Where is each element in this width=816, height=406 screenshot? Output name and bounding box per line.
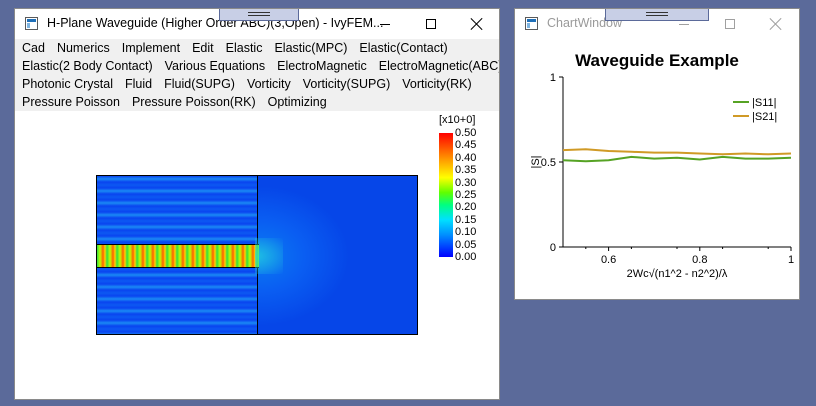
colorbar-tick-label: 0.00 xyxy=(455,251,477,263)
maximize-icon xyxy=(725,19,735,29)
close-icon xyxy=(770,18,782,30)
y-tick-label: 0 xyxy=(550,242,556,254)
menu-item-elastic-contact[interactable]: Elastic(Contact) xyxy=(353,41,453,55)
menu-item-numerics[interactable]: Numerics xyxy=(51,41,116,55)
chart-window: ChartWindow Waveguide Example 0 0.5 1 0.6 0.… xyxy=(514,8,800,300)
y-tick-label: 0.5 xyxy=(541,157,556,169)
menu-item-elastic[interactable]: Elastic xyxy=(220,41,269,55)
window-title: H-Plane Waveguide (Higher Order ABC)(3,O… xyxy=(47,16,384,30)
menu-bar: Cad Numerics Implement Edit Elastic Elastic(M… xyxy=(15,39,499,111)
menu-item-edit[interactable]: Edit xyxy=(186,41,220,55)
x-tick-label: 0.8 xyxy=(692,254,707,266)
menu-item-cad[interactable]: Cad xyxy=(16,41,51,55)
menu-item-elastic-mpc[interactable]: Elastic(MPC) xyxy=(268,41,353,55)
drag-handle-icon[interactable] xyxy=(219,9,299,21)
x-axis-label: 2Wc√(n1^2 - n2^2)/λ xyxy=(627,268,728,280)
colorbar-tick-label: 0.50 xyxy=(455,127,477,139)
menu-row: Photonic Crystal Fluid Fluid(SUPG) Vorticit… xyxy=(15,75,499,93)
close-icon xyxy=(471,18,483,30)
chart-app-icon xyxy=(525,17,538,30)
colorbar-tick-label: 0.45 xyxy=(455,139,477,152)
menu-row: Elastic(2 Body Contact) Various Equations… xyxy=(15,57,499,75)
colorbar-tick-label: 0.10 xyxy=(455,226,477,239)
y-axis-label: |S| xyxy=(530,155,542,168)
legend-label: |S21| xyxy=(752,111,777,123)
series-line-s21 xyxy=(562,148,792,156)
colorbar-tick-label: 0.15 xyxy=(455,213,477,226)
y-tick-label: 1 xyxy=(550,72,556,84)
menu-item-photonic-crystal[interactable]: Photonic Crystal xyxy=(16,77,119,91)
minimize-button[interactable] xyxy=(362,9,408,39)
minimize-icon xyxy=(380,23,390,25)
legend-label: |S11| xyxy=(752,97,776,109)
field-contour-plot xyxy=(96,175,418,335)
menu-item-optimizing[interactable]: Optimizing xyxy=(262,95,333,109)
menu-item-various-equations[interactable]: Various Equations xyxy=(159,59,272,73)
menu-item-vorticity-rk[interactable]: Vorticity(RK) xyxy=(396,77,477,91)
menu-item-vorticity[interactable]: Vorticity xyxy=(241,77,297,91)
main-window: H-Plane Waveguide (Higher Order ABC)(3,O… xyxy=(14,8,500,400)
waveguide-core xyxy=(97,244,259,268)
x-tick-label: 0.6 xyxy=(601,254,616,266)
line-chart: 0 0.5 1 0.6 0.8 1 2Wc√(n1^2 - n2^2)/λ |S| |S11| |… xyxy=(530,72,794,280)
colorbar-tick-label: 0.30 xyxy=(455,176,477,189)
menu-item-fluid[interactable]: Fluid xyxy=(119,77,158,91)
colorbar-tick-label: 0.05 xyxy=(455,238,477,251)
menu-row: Cad Numerics Implement Edit Elastic Elastic(M… xyxy=(15,39,499,57)
menu-item-fluid-supg[interactable]: Fluid(SUPG) xyxy=(158,77,241,91)
waveguide-exit xyxy=(255,238,283,274)
chart-maximize-button[interactable] xyxy=(707,9,753,39)
menu-item-elastic-2-body-contact[interactable]: Elastic(2 Body Contact) xyxy=(16,59,159,73)
maximize-button[interactable] xyxy=(408,9,454,39)
colorbar xyxy=(439,133,453,257)
chart-close-button[interactable] xyxy=(753,9,799,39)
colorbar-tick-label: 0.20 xyxy=(455,201,477,214)
menu-item-pressure-poisson-rk[interactable]: Pressure Poisson(RK) xyxy=(126,95,262,109)
menu-item-vorticity-supg[interactable]: Vorticity(SUPG) xyxy=(297,77,397,91)
close-button[interactable] xyxy=(454,9,499,39)
colorbar-header: [x10+0] xyxy=(439,114,476,126)
maximize-icon xyxy=(426,19,436,29)
menu-item-electromagnetic-abc[interactable]: ElectroMagnetic(ABC) xyxy=(373,59,499,73)
series-line-s11 xyxy=(562,155,792,163)
colorbar-tick-label: 0.35 xyxy=(455,164,477,177)
chart-title: Waveguide Example xyxy=(575,51,739,70)
menu-row: Pressure Poisson Pressure Poisson(RK) Opti… xyxy=(15,93,499,111)
menu-item-electromagnetic[interactable]: ElectroMagnetic xyxy=(271,59,373,73)
menu-item-implement[interactable]: Implement xyxy=(116,41,186,55)
x-tick-label: 1 xyxy=(788,254,794,266)
menu-item-pressure-poisson[interactable]: Pressure Poisson xyxy=(16,95,126,109)
colorbar-tick-label: 0.40 xyxy=(455,151,477,164)
minimize-icon xyxy=(679,23,689,25)
chart-drag-handle-icon[interactable] xyxy=(605,9,709,21)
colorbar-tick-label: 0.25 xyxy=(455,189,477,201)
app-icon xyxy=(25,17,38,30)
